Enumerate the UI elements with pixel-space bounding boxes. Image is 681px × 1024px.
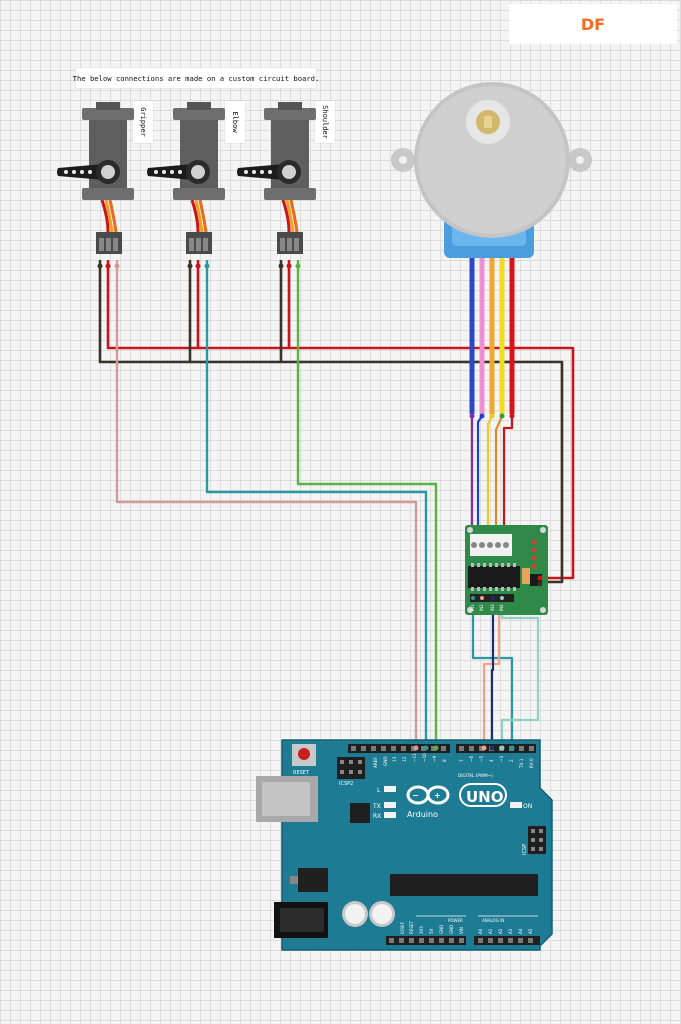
pin-7-label: 7 (459, 759, 464, 762)
servo-elbow (147, 102, 225, 269)
gnd-label: GND (383, 756, 388, 766)
icsp2-label: ICSP2 (339, 781, 353, 787)
aref-label: AREF (373, 757, 378, 768)
driver-input-pins (470, 594, 514, 602)
pin-8-label: 8 (442, 759, 447, 762)
analog-pin-a2: A2 (498, 928, 503, 934)
stepper-driver-board: IN1 IN2 IN3 IN4 (465, 525, 548, 615)
arduino-brand: Arduino (407, 810, 438, 819)
stepper-motor-cable (469, 258, 515, 414)
on-label: ON (523, 803, 532, 810)
led-rx-label: RX (373, 813, 381, 820)
pin-10-label: ~10 (422, 753, 427, 762)
driver-in4-label: IN4 (499, 604, 504, 611)
power-pin-gnd2: GND (449, 925, 454, 934)
analog-in-label: ANALOG IN (482, 918, 504, 923)
reset-label: RESET (293, 770, 310, 776)
pin-5-label: ~5 (479, 755, 484, 762)
pin-3-label: ~3 (499, 755, 504, 762)
servo-shoulder (237, 102, 316, 269)
power-label: POWER (448, 918, 463, 923)
power-pin-ioref: IOREF (400, 921, 405, 934)
pin-13-label: 13 (392, 756, 397, 762)
analog-pin-a5: A5 (528, 928, 533, 934)
servo-gripper (57, 102, 134, 269)
servo-signal-wires (115, 260, 438, 747)
analog-pin-a1: A1 (488, 928, 493, 934)
pin-rx-label: RX 0 (529, 758, 534, 768)
led-tx-label: TX (372, 803, 381, 810)
icsp-label: ICSP (522, 844, 528, 855)
analog-pin-a3: A3 (508, 928, 513, 934)
analog-pin-a0: A0 (478, 928, 483, 934)
power-pin-3v3: 3V3 (419, 926, 424, 934)
pin-6-label: ~6 (469, 755, 474, 762)
pin-11-label: ~11 (412, 753, 417, 762)
pin-2-label: 2 (509, 759, 514, 762)
power-pin-vin: VIN (459, 927, 464, 934)
analog-pin-a4: A4 (518, 928, 523, 934)
power-pin-gnd1: GND (439, 925, 444, 934)
pin-12-label: 12 (402, 756, 407, 762)
driver-to-arduino-wires (471, 600, 540, 747)
svg-text:−: − (412, 791, 419, 800)
power-pin-5v: 5V (429, 928, 434, 934)
svg-text:+: + (434, 791, 441, 800)
pin-4-label: 4 (489, 759, 494, 762)
stepper-wire-ends (469, 413, 515, 419)
arduino-uno-board: AREF GND 13 12 ~11 ~10 ~9 8 7 ~6 ~5 4 ~3… (256, 739, 553, 951)
power-pin-reset: RESET (409, 921, 414, 934)
digital-label: DIGITAL (PWM~) (458, 773, 493, 778)
pin-tx-label: TX 1 (519, 758, 524, 769)
driver-in2-label: IN2 (479, 604, 484, 611)
circuit-canvas: IN1 IN2 IN3 IN4 AREF GND 13 12 ~11 ~10 ~… (57, 82, 592, 951)
stepper-motor (391, 82, 592, 258)
driver-in1-label: IN1 (470, 604, 475, 611)
driver-in3-label: IN3 (490, 604, 495, 611)
uno-label: UNO (466, 788, 504, 806)
pin-9-label: ~9 (432, 755, 437, 762)
